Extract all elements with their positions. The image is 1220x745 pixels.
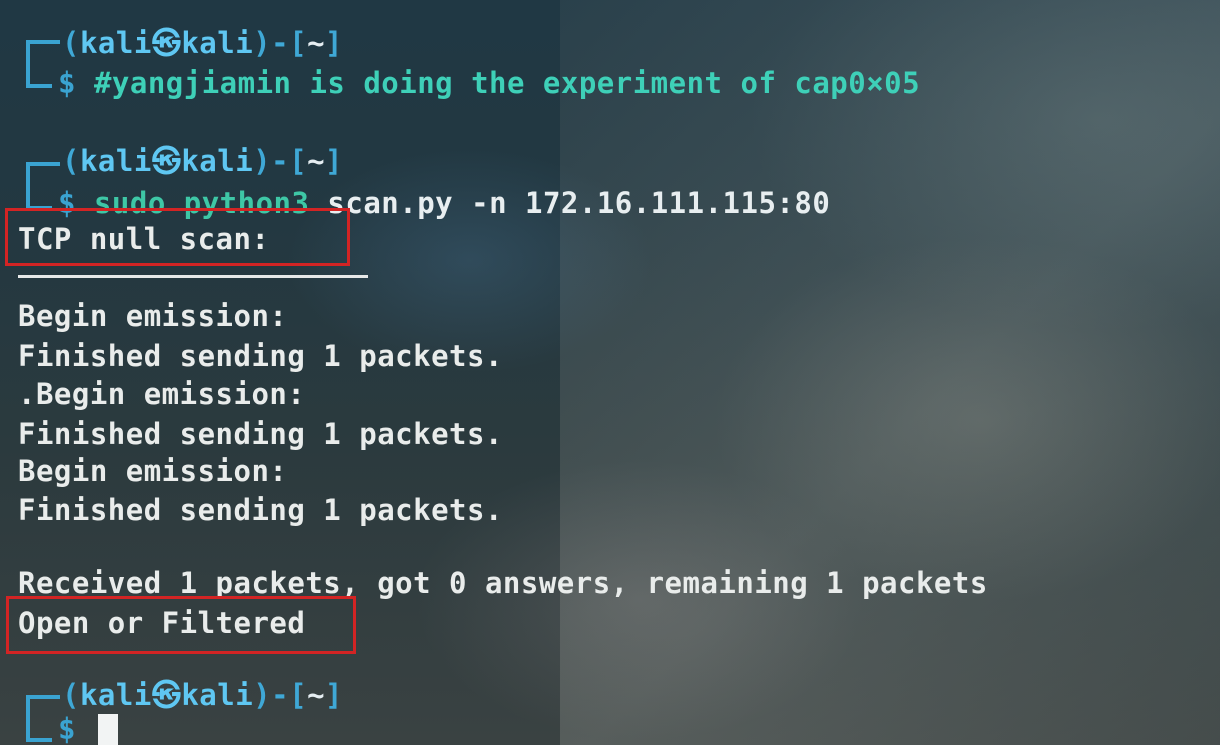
- output-line: .Begin emission:: [18, 377, 306, 411]
- prompt-1-header: (kali㉿kali)-[~]: [62, 26, 343, 60]
- prompt-dir: ~: [307, 144, 326, 178]
- dollar-sign: $: [58, 66, 76, 100]
- prompt-dir: ~: [307, 26, 326, 60]
- highlight-box-result: [6, 596, 356, 654]
- prompt-at-symbol: ㉿: [151, 144, 182, 178]
- prompt-2-header: (kali㉿kali)-[~]: [62, 144, 343, 178]
- prompt-dir: ~: [307, 678, 326, 712]
- prompt-corner-bottom: [26, 188, 52, 210]
- command-flag: -n: [471, 186, 508, 220]
- output-line: Begin emission:: [18, 454, 288, 488]
- command-target: 172.16.111.115:80: [525, 186, 831, 220]
- terminal-screen: (kali㉿kali)-[~] $ #yangjiamin is doing t…: [0, 0, 1220, 745]
- output-line: Finished sending 1 packets.: [18, 339, 503, 373]
- prompt-3-command-line: $: [58, 712, 76, 745]
- output-line: Begin emission:: [18, 299, 288, 333]
- prompt-3-header: (kali㉿kali)-[~]: [62, 678, 343, 712]
- prompt-1-command-line: $ #yangjiamin is doing the experiment of…: [58, 66, 920, 100]
- output-line: Finished sending 1 packets.: [18, 417, 503, 451]
- output-line: Received 1 packets, got 0 answers, remai…: [18, 566, 988, 600]
- separator-line: [18, 275, 368, 278]
- prompt-at-symbol: ㉿: [151, 26, 182, 60]
- comment-command: #yangjiamin is doing the experiment of c…: [93, 66, 921, 100]
- prompt-at-symbol: ㉿: [151, 678, 182, 712]
- prompt-user: kali: [79, 678, 152, 712]
- prompt-corner-bottom: [26, 66, 52, 88]
- prompt-user: kali: [79, 144, 152, 178]
- highlight-box-scan-title: [5, 208, 350, 266]
- dollar-sign: $: [58, 712, 76, 745]
- prompt-host: kali: [181, 144, 254, 178]
- terminal-cursor[interactable]: [98, 714, 118, 745]
- prompt-host: kali: [181, 26, 254, 60]
- prompt-corner-bottom: [26, 720, 52, 742]
- prompt-user: kali: [79, 26, 152, 60]
- prompt-host: kali: [181, 678, 254, 712]
- output-line: Finished sending 1 packets.: [18, 493, 503, 527]
- screen-glare: [560, 0, 1220, 745]
